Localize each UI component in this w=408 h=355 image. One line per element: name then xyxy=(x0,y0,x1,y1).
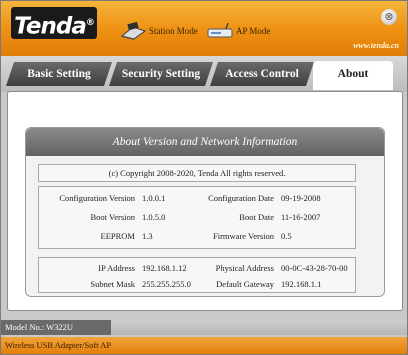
station-mode-option[interactable]: Station Mode xyxy=(119,19,198,43)
eeprom-label: EEPROM xyxy=(100,231,135,241)
version-row: Boot Version 1.0.5.0 Boot Date 11-16-200… xyxy=(39,210,355,224)
version-box: Configuration Version 1.0.0.1 Configurat… xyxy=(38,186,356,249)
logo-text: Tenda xyxy=(14,13,87,40)
station-mode-label: Station Mode xyxy=(149,26,198,36)
eeprom-value: 1.3 xyxy=(142,231,153,241)
ap-mode-icon xyxy=(207,22,233,38)
boot-version-label: Boot Version xyxy=(90,212,135,222)
product-description: Wireless USB Adapter/Soft AP xyxy=(1,337,407,354)
about-info-card: About Version and Network Information (c… xyxy=(25,127,385,297)
default-gateway-value: 192.168.1.1 xyxy=(281,279,322,289)
boot-date-value: 11-16-2007 xyxy=(281,212,321,222)
ap-mode-option[interactable]: AP Mode xyxy=(206,19,270,43)
config-version-value: 1.0.0.1 xyxy=(142,193,166,203)
brand-url: www.tenda.cn xyxy=(353,41,399,50)
tab-security-setting[interactable]: Security Setting xyxy=(109,62,213,86)
boot-version-value: 1.0.5.0 xyxy=(142,212,166,222)
tab-access-control[interactable]: Access Control xyxy=(210,62,314,86)
model-number: Model No.: W322U xyxy=(1,320,111,335)
version-row: Configuration Version 1.0.0.1 Configurat… xyxy=(39,191,355,205)
subnet-mask-label: Subnet Mask xyxy=(90,279,135,289)
close-button[interactable]: ⊗ xyxy=(381,9,397,25)
firmware-version-label: Firmware Version xyxy=(213,231,274,241)
tenda-logo: Tenda® xyxy=(11,7,97,40)
config-date-value: 09-19-2008 xyxy=(281,193,321,203)
config-date-label: Configuration Date xyxy=(208,193,274,203)
about-title: About Version and Network Information xyxy=(26,128,384,156)
subnet-mask-value: 255.255.255.0 xyxy=(142,279,191,289)
header-bar: Tenda® Station Mode AP Mode ⊗ www.tenda.… xyxy=(1,1,407,56)
network-box: IP Address 192.168.1.12 Physical Address… xyxy=(38,257,356,293)
config-version-label: Configuration Version xyxy=(59,193,135,203)
station-mode-icon xyxy=(120,22,147,40)
copyright-text: (c) Copyright 2008-2020, Tenda All right… xyxy=(108,168,286,178)
ap-mode-label: AP Mode xyxy=(236,26,271,36)
footer-strip xyxy=(111,320,407,335)
ip-address-label: IP Address xyxy=(98,263,135,273)
firmware-version-value: 0.5 xyxy=(281,231,292,241)
version-row: EEPROM 1.3 Firmware Version 0.5 xyxy=(39,229,355,243)
tab-bar: Basic Setting Security Setting Access Co… xyxy=(1,56,407,92)
physical-address-label: Physical Address xyxy=(215,263,274,273)
network-row: IP Address 192.168.1.12 Physical Address… xyxy=(39,261,355,275)
default-gateway-label: Default Gateway xyxy=(216,279,274,289)
tab-basic-setting[interactable]: Basic Setting xyxy=(6,62,112,86)
tab-about[interactable]: About xyxy=(313,61,393,90)
boot-date-label: Boot Date xyxy=(239,212,274,222)
network-row: Subnet Mask 255.255.255.0 Default Gatewa… xyxy=(39,277,355,291)
physical-address-value: 00-0C-43-28-70-00 xyxy=(281,263,348,273)
ip-address-value: 192.168.1.12 xyxy=(142,263,187,273)
copyright-box: (c) Copyright 2008-2020, Tenda All right… xyxy=(38,164,356,182)
app-window: Tenda® Station Mode AP Mode ⊗ www.tenda.… xyxy=(0,0,408,355)
